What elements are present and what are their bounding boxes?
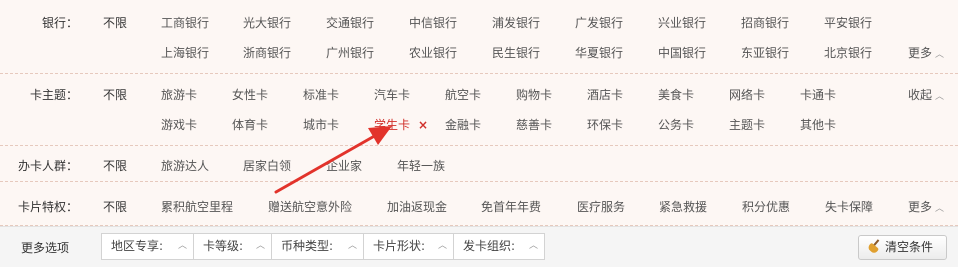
- theme-option[interactable]: 美食卡: [658, 86, 694, 103]
- selected-theme-label: 学生卡: [374, 118, 411, 132]
- more-options-bar: 更多选项 地区专享: ︿ 卡等级: ︿ 币种类型: ︿ 卡片形状: ︿ 发卡组织…: [0, 226, 958, 267]
- chevron-up-icon: ︿: [935, 50, 945, 60]
- privilege-filter-row: 卡片特权： 不限 累积航空里程 赠送航空意外险 加油返现金 免首年年费 医疗服务…: [0, 182, 958, 226]
- region-select[interactable]: 地区专享: ︿: [101, 233, 194, 260]
- bank-option[interactable]: 光大银行: [243, 14, 291, 31]
- theme-option[interactable]: 旅游卡: [161, 86, 197, 103]
- bank-more-toggle[interactable]: 更多 ︿: [908, 44, 944, 61]
- bank-more-label: 更多: [908, 46, 933, 60]
- chevron-up-icon: ︿: [528, 241, 538, 251]
- crowd-option[interactable]: 旅游达人: [161, 157, 209, 174]
- issuer-select[interactable]: 发卡组织: ︿: [453, 233, 545, 260]
- clear-conditions-label: 清空条件: [885, 240, 934, 254]
- bank-option[interactable]: 农业银行: [409, 44, 457, 61]
- chevron-up-icon: ︿: [255, 241, 265, 251]
- theme-option[interactable]: 环保卡: [587, 116, 623, 133]
- theme-option[interactable]: 卡通卡: [800, 86, 836, 103]
- chevron-up-icon: ︿: [177, 241, 187, 251]
- issuer-select-label: 发卡组织:: [463, 239, 516, 253]
- privilege-option[interactable]: 免首年年费: [481, 198, 541, 215]
- theme-filter-row: 卡主题： 不限 旅游卡 女性卡 标准卡 汽车卡 航空卡 购物卡 酒店卡 美食卡 …: [0, 74, 958, 146]
- crowd-unlimited-option[interactable]: 不限: [103, 157, 127, 174]
- theme-option[interactable]: 城市卡: [303, 116, 339, 133]
- privilege-option[interactable]: 加油返现金: [387, 198, 447, 215]
- remove-filter-icon[interactable]: ×: [418, 118, 428, 132]
- privilege-more-label: 更多: [908, 200, 933, 214]
- clear-conditions-button[interactable]: 清空条件: [858, 235, 947, 260]
- more-options-selects: 地区专享: ︿ 卡等级: ︿ 币种类型: ︿ 卡片形状: ︿ 发卡组织: ︿: [101, 233, 545, 260]
- privilege-option[interactable]: 积分优惠: [742, 198, 790, 215]
- theme-option[interactable]: 购物卡: [516, 86, 552, 103]
- card-shape-select-label: 卡片形状:: [373, 239, 426, 253]
- theme-collapse-toggle[interactable]: 收起 ︿: [908, 86, 944, 103]
- bank-option[interactable]: 浙商银行: [243, 44, 291, 61]
- theme-option[interactable]: 酒店卡: [587, 86, 623, 103]
- chevron-up-icon: ︿: [935, 204, 945, 214]
- bank-option[interactable]: 交通银行: [326, 14, 374, 31]
- more-options-label: 更多选项: [21, 241, 70, 255]
- bank-filter-row: 银行： 不限 工商银行 光大银行 交通银行 中信银行 浦发银行 广发银行 兴业银…: [0, 0, 958, 74]
- crowd-option[interactable]: 居家白领: [243, 157, 291, 174]
- bank-option[interactable]: 兴业银行: [658, 14, 706, 31]
- privilege-more-toggle[interactable]: 更多 ︿: [908, 198, 944, 215]
- bank-option[interactable]: 上海银行: [161, 44, 209, 61]
- chevron-up-icon: ︿: [935, 92, 945, 102]
- bank-option[interactable]: 华夏银行: [575, 44, 623, 61]
- privilege-option[interactable]: 医疗服务: [577, 198, 625, 215]
- theme-option[interactable]: 标准卡: [303, 86, 339, 103]
- privilege-option[interactable]: 紧急救援: [659, 198, 707, 215]
- crowd-filter-row: 办卡人群： 不限 旅游达人 居家白领 企业家 年轻一族: [0, 146, 958, 182]
- theme-label: 卡主题：: [29, 88, 78, 102]
- theme-option-selected[interactable]: 学生卡 ×: [374, 116, 428, 133]
- theme-option[interactable]: 汽车卡: [374, 86, 410, 103]
- broom-icon: [866, 239, 882, 255]
- card-level-select-label: 卡等级:: [203, 239, 244, 253]
- currency-select[interactable]: 币种类型: ︿: [271, 233, 364, 260]
- theme-unlimited-option[interactable]: 不限: [103, 86, 127, 103]
- theme-option[interactable]: 慈善卡: [516, 116, 552, 133]
- theme-option[interactable]: 体育卡: [232, 116, 268, 133]
- privilege-unlimited-option[interactable]: 不限: [103, 198, 127, 215]
- crowd-option[interactable]: 企业家: [326, 157, 362, 174]
- card-filter-panel: 银行： 不限 工商银行 光大银行 交通银行 中信银行 浦发银行 广发银行 兴业银…: [0, 0, 958, 267]
- bank-option[interactable]: 民生银行: [492, 44, 540, 61]
- privilege-option[interactable]: 赠送航空意外险: [268, 198, 352, 215]
- bank-label: 银行：: [41, 16, 78, 30]
- theme-option[interactable]: 其他卡: [800, 116, 836, 133]
- bank-option[interactable]: 工商银行: [161, 14, 209, 31]
- privilege-option[interactable]: 失卡保障: [825, 198, 873, 215]
- theme-collapse-label: 收起: [908, 88, 933, 102]
- bank-option[interactable]: 广发银行: [575, 14, 623, 31]
- region-select-label: 地区专享:: [111, 239, 164, 253]
- bank-option[interactable]: 中国银行: [658, 44, 706, 61]
- theme-option[interactable]: 游戏卡: [161, 116, 197, 133]
- theme-option[interactable]: 航空卡: [445, 86, 481, 103]
- crowd-label: 办卡人群：: [17, 159, 78, 173]
- card-level-select[interactable]: 卡等级: ︿: [193, 233, 272, 260]
- bank-option[interactable]: 浦发银行: [492, 14, 540, 31]
- theme-option[interactable]: 公务卡: [658, 116, 694, 133]
- bank-option[interactable]: 招商银行: [741, 14, 789, 31]
- bank-option[interactable]: 东亚银行: [741, 44, 789, 61]
- theme-option[interactable]: 金融卡: [445, 116, 481, 133]
- crowd-option[interactable]: 年轻一族: [397, 157, 445, 174]
- theme-option[interactable]: 主题卡: [729, 116, 765, 133]
- bank-option[interactable]: 北京银行: [824, 44, 872, 61]
- bank-option[interactable]: 中信银行: [409, 14, 457, 31]
- privilege-option[interactable]: 累积航空里程: [161, 198, 233, 215]
- card-shape-select[interactable]: 卡片形状: ︿: [363, 233, 454, 260]
- bank-option[interactable]: 广州银行: [326, 44, 374, 61]
- currency-select-label: 币种类型:: [281, 239, 334, 253]
- theme-option[interactable]: 女性卡: [232, 86, 268, 103]
- privilege-label: 卡片特权：: [17, 200, 78, 214]
- bank-unlimited-option[interactable]: 不限: [103, 14, 127, 31]
- chevron-up-icon: ︿: [437, 241, 447, 251]
- theme-option[interactable]: 网络卡: [729, 86, 765, 103]
- chevron-up-icon: ︿: [347, 241, 357, 251]
- bank-option[interactable]: 平安银行: [824, 14, 872, 31]
